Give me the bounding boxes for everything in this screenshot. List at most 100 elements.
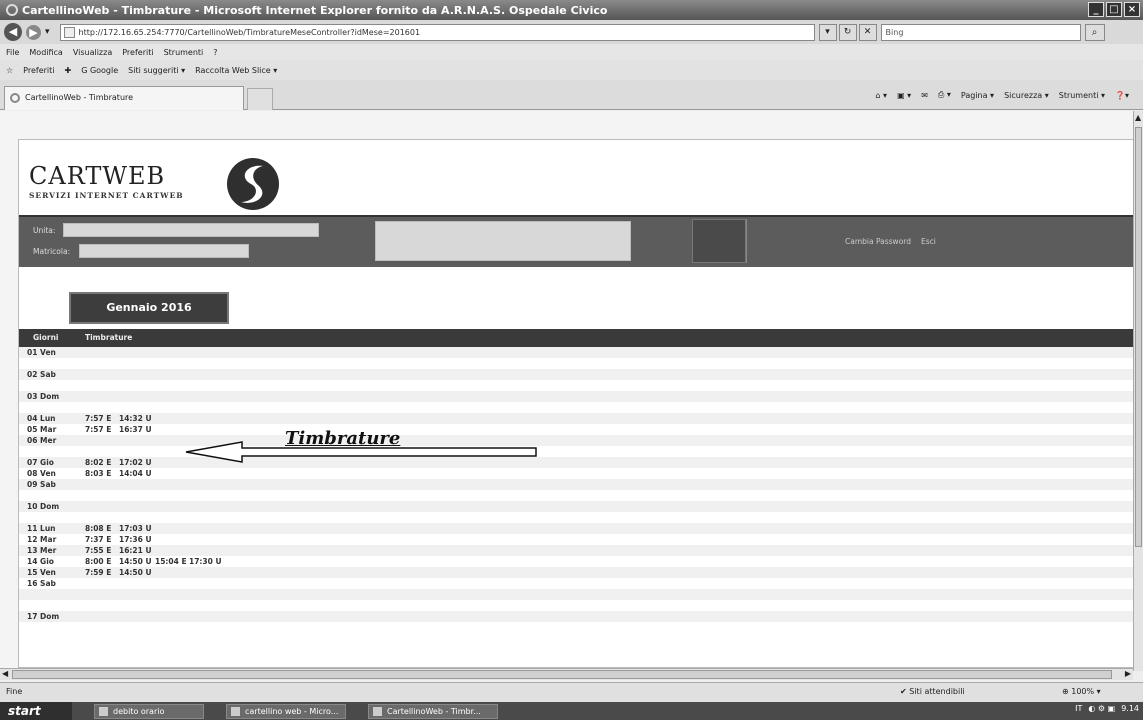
menu-modifica[interactable]: Modifica <box>29 48 62 57</box>
command-sicurezza[interactable]: Sicurezza ▾ <box>1004 91 1049 100</box>
cartweb-page: CARTWEB SERVIZI INTERNET CARTWEB Unita: … <box>18 139 1133 668</box>
help-icon[interactable]: ❓▾ <box>1115 91 1129 100</box>
scroll-left-icon[interactable]: ◀ <box>2 669 8 678</box>
vertical-scrollbar[interactable]: ▲ <box>1133 111 1143 671</box>
stamp-cell: 8:00 E <box>85 557 112 566</box>
stamp-cell: 7:59 E <box>85 568 112 577</box>
matricola-value <box>79 244 249 258</box>
table-row: 14 Gio 8:00 E 14:50 U 15:04 E 17:30 U <box>19 556 1133 567</box>
table-row <box>19 589 1133 600</box>
favorites-star-icon[interactable]: ☆ <box>6 66 13 75</box>
table-row: 11 Lun 8:08 E 17:03 U <box>19 523 1133 534</box>
add-favorite-icon[interactable]: ✚ <box>65 66 72 75</box>
window-controls: _ □ × <box>1088 2 1140 17</box>
home-icon[interactable]: ⌂ ▾ <box>875 91 887 100</box>
search-input[interactable]: Bing <box>880 23 1081 41</box>
folder-icon <box>99 706 108 716</box>
page-viewport: CARTWEB SERVIZI INTERNET CARTWEB Unita: … <box>0 111 1133 668</box>
stamp-cell: 7:57 E <box>85 414 112 423</box>
stamp-cell: 17:03 U <box>119 524 152 533</box>
history-dropdown-icon[interactable]: ▾ <box>45 27 50 37</box>
table-row: 08 Ven 8:03 E 14:04 U <box>19 468 1133 479</box>
day-cell: 13 Mer <box>27 546 57 555</box>
taskbar: start debito orario cartellino web - Mic… <box>0 702 1143 720</box>
vertical-scroll-thumb[interactable] <box>1135 127 1142 547</box>
stop-icon[interactable]: ✕ <box>858 23 877 41</box>
horizontal-scrollbar[interactable]: ◀ ▶ <box>0 668 1133 680</box>
mail-icon[interactable]: ✉ <box>921 91 928 100</box>
favorites-button[interactable]: Preferiti <box>23 66 54 75</box>
start-button[interactable]: start <box>0 702 72 720</box>
favorite-web-slice[interactable]: Raccolta Web Slice ▾ <box>195 66 277 75</box>
day-cell: 08 Ven <box>27 469 56 478</box>
command-strumenti[interactable]: Strumenti ▾ <box>1059 91 1105 100</box>
ie-task-icon <box>373 706 382 716</box>
day-cell: 05 Mar <box>27 425 57 434</box>
print-icon[interactable]: ⎙ ▾ <box>938 90 951 100</box>
day-cell: 15 Ven <box>27 568 56 577</box>
menu-file[interactable]: File <box>6 48 19 57</box>
menu-strumenti[interactable]: Strumenti <box>164 48 204 57</box>
tab-bar: CartellinoWeb - Timbrature ⌂ ▾ ▣ ▾ ✉ ⎙ ▾… <box>0 80 1143 110</box>
security-zone: ✔ Siti attendibili <box>900 687 965 696</box>
back-icon[interactable]: ◀ <box>4 23 22 41</box>
user-info-bar: Unita: Matricola: Cambia Password Esci <box>19 215 1133 267</box>
table-row: 03 Dom <box>19 391 1133 402</box>
scroll-up-icon[interactable]: ▲ <box>1135 113 1141 122</box>
ie-icon <box>6 4 18 16</box>
page-icon <box>63 26 75 38</box>
maximize-icon[interactable]: □ <box>1106 2 1122 17</box>
task-cartellino-word[interactable]: cartellino web - Micro... <box>226 703 346 719</box>
logo-title: CARTWEB <box>29 162 166 190</box>
search-icon[interactable]: ⌕ <box>1084 23 1105 41</box>
tab-cartellinoweb[interactable]: CartellinoWeb - Timbrature <box>4 86 244 110</box>
infobar-separator <box>746 219 747 263</box>
minimize-icon[interactable]: _ <box>1088 2 1104 17</box>
stamp-cell: 7:37 E <box>85 535 112 544</box>
favorite-suggested-sites[interactable]: Siti suggeriti ▾ <box>128 66 185 75</box>
stamp-cell: 14:50 U <box>119 557 152 566</box>
zoom-control[interactable]: ⊕ 100% ▾ <box>1062 687 1101 696</box>
task-cartellinoweb-ie[interactable]: CartellinoWeb - Timbr... <box>368 703 498 719</box>
task-debito-orario[interactable]: debito orario <box>94 703 204 719</box>
zoom-level: 100% <box>1071 687 1095 696</box>
day-cell: 03 Dom <box>27 392 60 401</box>
table-row: 04 Lun 7:57 E 14:32 U <box>19 413 1133 424</box>
stamp-cell: 17:36 U <box>119 535 152 544</box>
close-icon[interactable]: × <box>1124 2 1140 17</box>
menu-help[interactable]: ? <box>213 48 217 57</box>
table-row: 05 Mar 7:57 E 16:37 U <box>19 424 1133 435</box>
scroll-right-icon[interactable]: ▶ <box>1125 669 1131 678</box>
table-row: 17 Dom <box>19 611 1133 622</box>
day-cell: 06 Mer <box>27 436 57 445</box>
stamp-cell: 14:50 U <box>119 568 152 577</box>
tab-label: CartellinoWeb - Timbrature <box>25 93 134 102</box>
menu-visualizza[interactable]: Visualizza <box>73 48 112 57</box>
feeds-icon[interactable]: ▣ ▾ <box>897 91 911 100</box>
command-pagina[interactable]: Pagina ▾ <box>961 91 994 100</box>
language-indicator[interactable]: IT <box>1075 704 1082 713</box>
horizontal-scroll-thumb[interactable] <box>12 670 1112 679</box>
menu-preferiti[interactable]: Preferiti <box>122 48 153 57</box>
favorite-google[interactable]: G Google <box>81 66 118 75</box>
table-row <box>19 512 1133 523</box>
address-dropdown-icon[interactable]: ▾ <box>818 23 837 41</box>
new-tab-button[interactable] <box>247 88 273 110</box>
tray-icons[interactable]: ◐ ⚙ ▣ <box>1088 704 1115 713</box>
exit-link[interactable]: Esci <box>921 237 936 246</box>
table-row: 12 Mar 7:37 E 17:36 U <box>19 534 1133 545</box>
table-row <box>19 358 1133 369</box>
day-cell: 10 Dom <box>27 502 60 511</box>
stamp-cell: 14:04 U <box>119 469 152 478</box>
stamp-cell: 7:57 E <box>85 425 112 434</box>
col-timbrature: Timbrature <box>85 333 133 342</box>
menu-bar: File Modifica Visualizza Preferiti Strum… <box>0 44 1143 60</box>
forward-icon[interactable]: ▶ <box>26 24 41 40</box>
unita-label: Unita: <box>33 226 56 235</box>
task-label: cartellino web - Micro... <box>245 706 339 716</box>
refresh-icon[interactable]: ↻ <box>838 23 857 41</box>
stamp-cell: 16:37 U <box>119 425 152 434</box>
change-password-link[interactable]: Cambia Password <box>845 237 911 246</box>
status-text: Fine <box>6 687 23 696</box>
address-field[interactable]: http://172.16.65.254:7770/CartellinoWeb/… <box>59 23 815 41</box>
